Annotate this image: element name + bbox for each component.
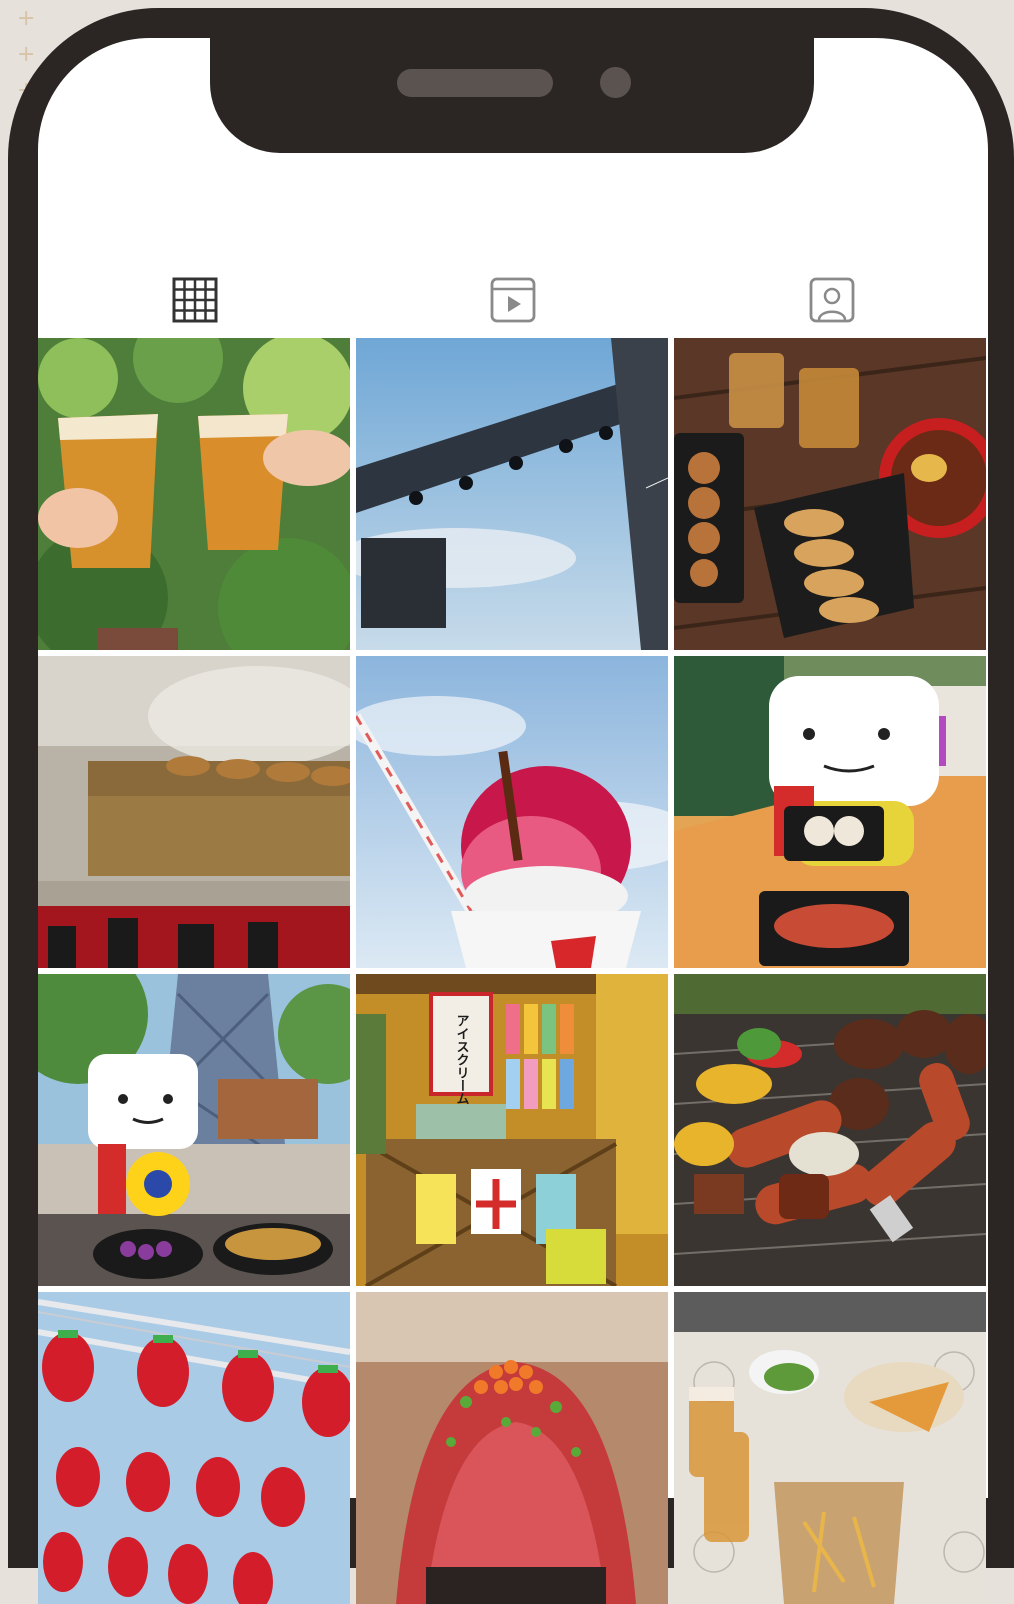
tab-posts[interactable] (165, 272, 225, 327)
photo-tile-mascot-under-tower[interactable] (38, 974, 350, 1286)
shaved-ice-photo (356, 656, 668, 968)
stage-truss-photo (356, 338, 668, 650)
stall-sign-text: アイスクリーム (454, 1014, 470, 1105)
festival-food-stall-photo: アイスクリーム (356, 974, 668, 1286)
photo-tile-yakitori-gyoza-tray[interactable] (674, 338, 986, 650)
photo-tile-yakitori-grill[interactable] (38, 656, 350, 968)
profile-tab-bar (38, 272, 988, 327)
tagged-user-icon (809, 277, 855, 322)
seafood-bowl-photo (356, 1292, 668, 1604)
sparkle-decoration: + (17, 6, 36, 31)
grid-icon (172, 277, 218, 322)
sparkle-decoration: + (17, 42, 36, 67)
speaker-grille (397, 69, 553, 97)
photo-tile-red-lanterns[interactable] (38, 1292, 350, 1604)
tab-reels[interactable] (483, 272, 543, 327)
yakitori-grill-photo (38, 656, 350, 968)
photo-tile-shaved-ice[interactable] (356, 656, 668, 968)
photo-tile-stage-truss[interactable] (356, 338, 668, 650)
pizza-and-beer-table-photo (674, 1292, 986, 1604)
photo-tile-mascot-with-dumplings[interactable] (674, 656, 986, 968)
mascot-with-dumplings-photo (674, 656, 986, 968)
photo-tile-beer-toast[interactable] (38, 338, 350, 650)
photo-tile-bbq-grill[interactable] (674, 974, 986, 1286)
photo-tile-pizza-and-beer-table[interactable] (674, 1292, 986, 1604)
beer-toast-photo (38, 338, 350, 650)
photo-grid: アイスクリーム (38, 338, 989, 1604)
bbq-grill-photo (674, 974, 986, 1286)
reels-play-icon (490, 277, 536, 322)
yakitori-gyoza-tray-photo (674, 338, 986, 650)
front-camera (600, 67, 631, 98)
red-lanterns-photo (38, 1292, 350, 1604)
mascot-under-tower-photo (38, 974, 350, 1286)
photo-tile-seafood-bowl[interactable] (356, 1292, 668, 1604)
tab-tagged[interactable] (802, 272, 862, 327)
photo-tile-festival-food-stall[interactable]: アイスクリーム (356, 974, 668, 1286)
